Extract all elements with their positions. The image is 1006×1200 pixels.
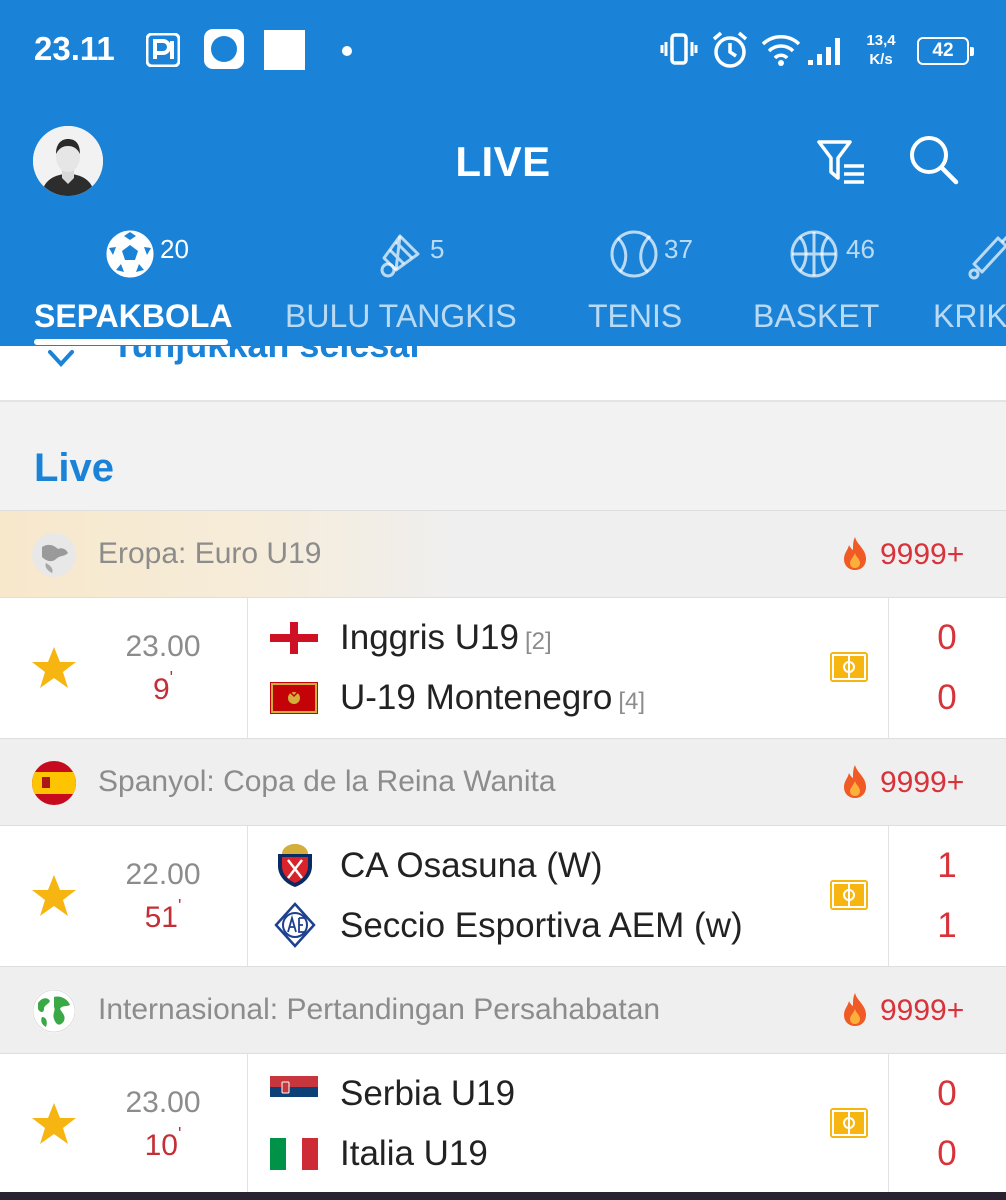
tab-count: 37	[664, 234, 693, 264]
soccer-ball-icon	[106, 230, 154, 278]
league-header[interactable]: Eropa: Euro U19 9999+	[0, 510, 1006, 598]
cricket-bat-icon	[968, 235, 1006, 280]
basketball-icon	[790, 230, 838, 278]
viewer-count: 9999+	[880, 766, 965, 799]
search-icon[interactable]	[906, 132, 960, 186]
pitch-icon[interactable]	[830, 652, 868, 682]
network-speed: 13,4 K/s	[866, 32, 896, 68]
alarm-icon	[712, 31, 748, 68]
notification-square-icon	[264, 30, 305, 70]
live-section-header: Live	[0, 402, 1006, 510]
match-row[interactable]: 23.00 10' Serbia U19 Italia U19 0 0	[0, 1054, 1006, 1194]
away-score: 0	[937, 678, 957, 717]
fire-icon	[844, 993, 866, 1026]
tab-tenis[interactable]: 37 TENIS	[560, 224, 710, 346]
section-heading: Live	[34, 446, 115, 490]
away-team: U-19 Montenegro [4]	[340, 678, 646, 717]
osasuna-crest	[278, 844, 312, 887]
tab-krik[interactable]: KRIK	[920, 224, 1006, 346]
status-bar: 23.11 13,4 K/s 42	[0, 0, 1006, 104]
star-icon[interactable]	[30, 644, 78, 692]
bottom-edge	[0, 1192, 1006, 1200]
away-score: 0	[937, 1134, 957, 1173]
show-finished-toggle[interactable]: Tunjukkan selesai	[0, 346, 1006, 402]
fire-icon	[844, 765, 866, 798]
england-flag	[270, 622, 318, 654]
away-score: 1	[937, 906, 957, 945]
globe-world-icon	[32, 989, 76, 1033]
star-icon[interactable]	[30, 872, 78, 920]
filter-icon[interactable]	[814, 134, 868, 188]
app-notification-icon	[204, 29, 244, 69]
wifi-icon	[761, 35, 801, 66]
away-team: Italia U19	[340, 1134, 488, 1173]
match-row[interactable]: 22.00 51' CA Osasuna (W) Seccio Esportiv…	[0, 826, 1006, 966]
pitch-icon[interactable]	[830, 880, 868, 910]
show-finished-label: Tunjukkan selesai	[112, 346, 419, 366]
shuttlecock-icon	[380, 234, 420, 278]
home-score: 0	[937, 618, 957, 657]
montenegro-flag	[270, 682, 318, 714]
vibrate-icon	[660, 33, 698, 65]
home-team: Serbia U19	[340, 1074, 516, 1113]
italy-flag	[270, 1138, 318, 1170]
team-rank: [4]	[618, 688, 646, 715]
viewer-count: 9999+	[880, 538, 965, 571]
home-score: 1	[937, 846, 957, 885]
league-name: Eropa: Euro U19	[98, 537, 322, 570]
star-icon[interactable]	[30, 1100, 78, 1148]
aem-crest	[274, 902, 316, 948]
match-row[interactable]: 23.00 9' Inggris U19 [2] U-19 Montenegro[…	[0, 598, 1006, 738]
tab-basket[interactable]: 46 BASKET	[740, 224, 900, 346]
tab-label: TENIS	[588, 298, 683, 334]
chevron-down-icon	[48, 350, 74, 367]
viewer-count: 9999+	[880, 994, 965, 1027]
tab-label: KRIK	[933, 298, 1006, 334]
league-name: Internasional: Pertandingan Persahabatan	[98, 993, 661, 1026]
home-team: Inggris U19 [2]	[340, 618, 552, 657]
globe-europe-icon	[32, 533, 76, 577]
fire-icon	[844, 537, 866, 570]
tab-bulu-tangkis[interactable]: 5 BULU TANGKIS	[270, 224, 530, 346]
battery-icon: 42	[917, 37, 974, 65]
status-time: 23.11	[34, 30, 115, 67]
league-name: Spanyol: Copa de la Reina Wanita	[98, 765, 556, 798]
tab-count: 5	[430, 234, 445, 264]
kickoff-time: 23.00	[125, 630, 201, 663]
team-rank: [2]	[524, 628, 552, 655]
app-header: LIVE 20 SEPAKBOLA 5 BULU TANGKIS 37 TENI…	[0, 104, 1006, 346]
tab-count: 20	[160, 234, 189, 264]
home-score: 0	[937, 1074, 957, 1113]
tab-label: BASKET	[753, 298, 880, 334]
tab-label: SEPAKBOLA	[34, 298, 233, 334]
match-minute: 9'	[152, 668, 174, 706]
active-tab-indicator	[34, 339, 228, 345]
league-header[interactable]: Spanyol: Copa de la Reina Wanita 9999+	[0, 738, 1006, 826]
tennis-ball-icon	[610, 230, 658, 278]
kickoff-time: 22.00	[125, 858, 201, 891]
more-notifications-dot-icon	[342, 46, 352, 56]
kickoff-time: 23.00	[125, 1086, 201, 1119]
away-team: Seccio Esportiva AEM (w)	[340, 906, 743, 945]
tab-count: 46	[846, 234, 875, 264]
spain-flag	[32, 761, 76, 805]
signal-strength-icon	[808, 38, 840, 65]
pitch-icon[interactable]	[830, 1108, 868, 1138]
serbia-flag	[270, 1076, 318, 1108]
tab-sepakbola[interactable]: 20 SEPAKBOLA	[0, 224, 260, 346]
parking-notification-icon	[146, 33, 180, 67]
match-minute: 10'	[144, 1124, 182, 1162]
match-minute: 51'	[144, 896, 182, 934]
league-header[interactable]: Internasional: Pertandingan Persahabatan…	[0, 966, 1006, 1054]
home-team: CA Osasuna (W)	[340, 846, 603, 885]
tab-label: BULU TANGKIS	[285, 298, 517, 334]
